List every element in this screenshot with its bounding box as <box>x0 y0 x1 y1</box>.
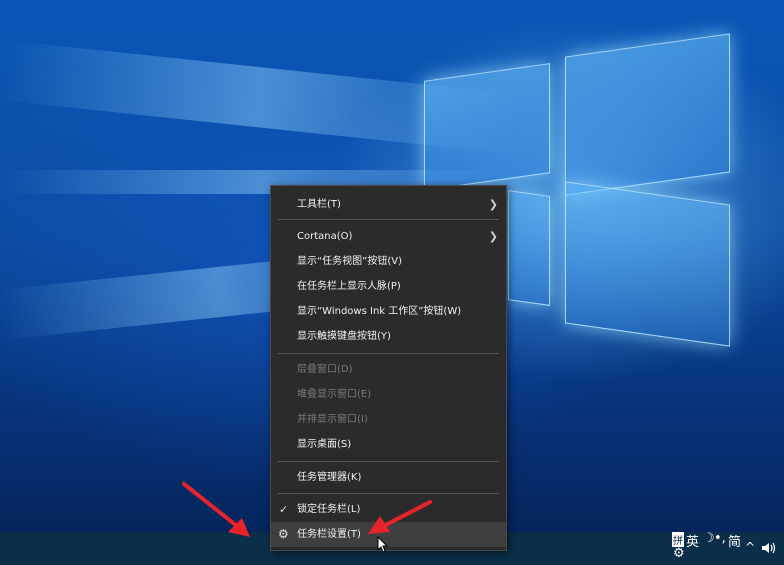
menu-item-label: 并排显示窗口(I) <box>297 414 368 425</box>
menu-item-label: 显示触摸键盘按钮(Y) <box>297 331 391 342</box>
volume-icon[interactable] <box>761 541 777 555</box>
submenu-chevron-icon: ❯ <box>488 230 498 243</box>
checkmark-icon: ✓ <box>279 503 289 516</box>
ime-script-toggle[interactable]: 简 <box>728 531 741 550</box>
window-pane-bottom-left <box>508 190 550 306</box>
menu-item-label: Cortana(O) <box>297 231 353 242</box>
menu-item-label: 显示桌面(S) <box>297 439 352 450</box>
menu-item-show-desktop[interactable]: 显示桌面(S) <box>271 432 506 457</box>
annotation-arrow-left <box>182 482 250 537</box>
menu-item-label: 显示“Windows Ink 工作区”按钮(W) <box>297 306 462 317</box>
menu-item-cortana[interactable]: Cortana(O) ❯ <box>271 224 506 249</box>
menu-item-show-windows-ink-button[interactable]: 显示“Windows Ink 工作区”按钮(W) <box>271 299 506 324</box>
ime-punctuation-toggle[interactable]: •, <box>714 531 726 546</box>
menu-separator <box>278 461 499 462</box>
ime-mode-toggle[interactable]: 英 <box>686 531 699 550</box>
menu-separator <box>278 353 499 354</box>
ime-moon-icon[interactable]: ☽ <box>703 531 715 546</box>
menu-item-cascade-windows: 层叠窗口(D) <box>271 357 506 382</box>
menu-item-toolbars[interactable]: 工具栏(T) ❯ <box>271 192 506 217</box>
menu-item-label: 层叠窗口(D) <box>297 364 353 375</box>
menu-item-label: 任务管理器(K) <box>297 472 362 483</box>
taskbar-context-menu: 工具栏(T) ❯ Cortana(O) ❯ 显示“任务视图”按钮(V) 在任务栏… <box>270 185 507 551</box>
show-hidden-icons-chevron-icon[interactable]: ^ <box>745 540 755 554</box>
menu-item-label: 锁定任务栏(L) <box>297 504 361 515</box>
gear-icon: ⚙ <box>278 527 289 541</box>
menu-separator <box>278 493 499 494</box>
menu-item-task-manager[interactable]: 任务管理器(K) <box>271 465 506 490</box>
menu-item-label: 堆叠显示窗口(E) <box>297 389 372 400</box>
mouse-pointer-icon <box>377 536 389 553</box>
submenu-chevron-icon: ❯ <box>488 198 498 211</box>
window-pane-bottom-right <box>565 181 730 347</box>
menu-item-side-by-side-windows: 并排显示窗口(I) <box>271 407 506 432</box>
menu-item-show-task-view-button[interactable]: 显示“任务视图”按钮(V) <box>271 249 506 274</box>
window-pane-top-right <box>565 33 730 196</box>
menu-item-label: 工具栏(T) <box>297 199 341 210</box>
menu-item-show-touch-keyboard-button[interactable]: 显示触摸键盘按钮(Y) <box>271 324 506 349</box>
menu-item-stack-windows: 堆叠显示窗口(E) <box>271 382 506 407</box>
menu-item-label: 任务栏设置(T) <box>297 529 361 540</box>
window-pane-top-left <box>424 63 550 191</box>
annotation-arrow-right <box>368 500 432 534</box>
menu-item-label: 显示“任务视图”按钮(V) <box>297 256 403 267</box>
menu-item-label: 在任务栏上显示人脉(P) <box>297 281 401 292</box>
ime-pinyin-icon[interactable]: 拼 <box>672 532 684 547</box>
menu-item-show-people[interactable]: 在任务栏上显示人脉(P) <box>271 274 506 299</box>
menu-separator <box>278 219 499 220</box>
ime-settings-gear-icon[interactable]: ⚙ <box>673 546 685 561</box>
